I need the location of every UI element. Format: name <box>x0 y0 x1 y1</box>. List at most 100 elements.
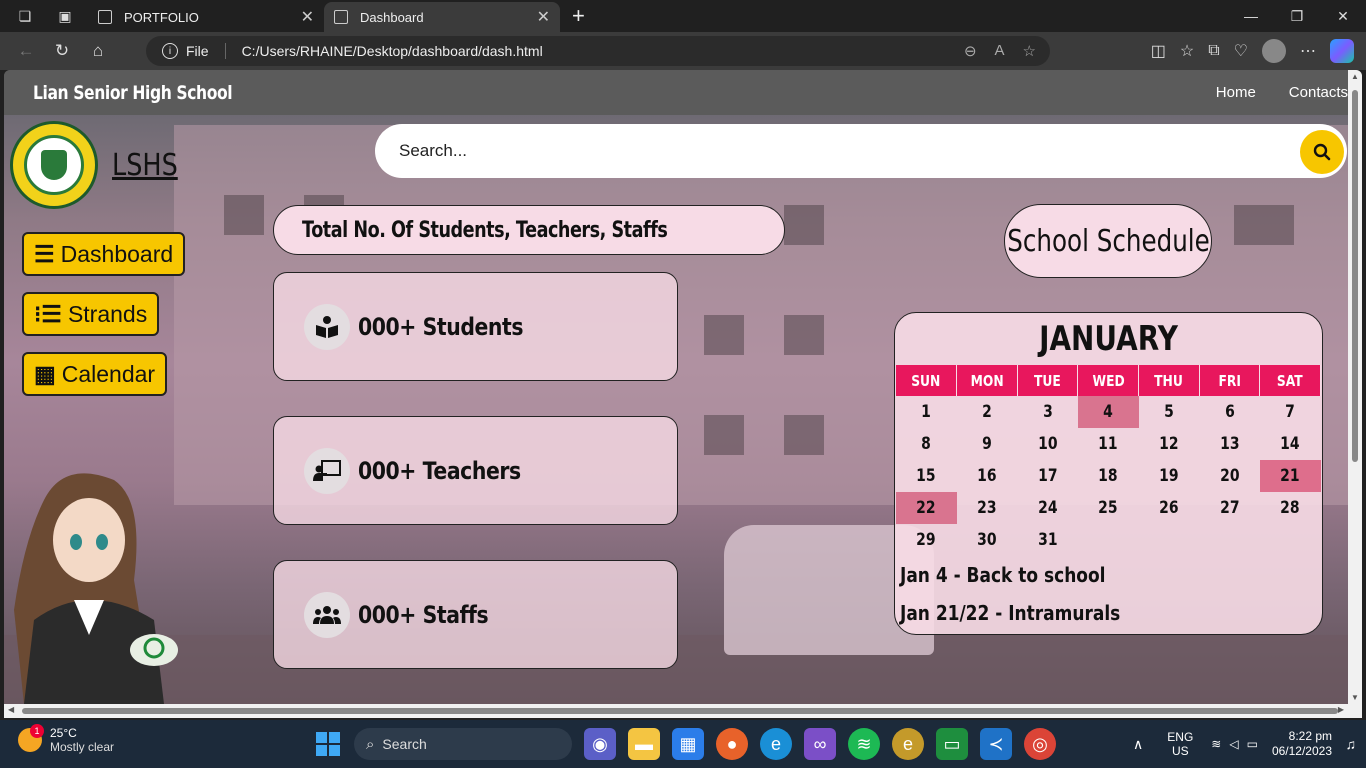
weather-widget[interactable]: 1 25°C Mostly clear <box>18 724 114 754</box>
search-button[interactable] <box>1300 130 1344 174</box>
edge-canary-icon[interactable]: e <box>892 728 924 760</box>
split-screen-icon[interactable]: ◫ <box>1151 41 1166 61</box>
weather-temp: 25°C <box>50 726 77 740</box>
nav-contacts-link[interactable]: Contacts <box>1289 84 1348 101</box>
sidebar-strands-button[interactable]: ⁝☰ Strands <box>22 292 160 336</box>
totals-heading: Total No. Of Students, Teachers, Staffs <box>273 205 785 255</box>
store-icon[interactable]: ▦ <box>672 728 704 760</box>
close-window-icon[interactable]: ✕ <box>1320 0 1366 32</box>
calendar-day[interactable]: 26 <box>1139 492 1200 524</box>
vertical-scrollbar[interactable]: ▲ ▼ <box>1348 70 1362 704</box>
calendar-day[interactable]: 23 <box>957 492 1018 524</box>
scroll-left-icon[interactable]: ◀ <box>8 705 14 714</box>
wifi-icon[interactable]: ≋ <box>1211 737 1221 751</box>
address-input[interactable]: i File C:/Users/RHAINE/Desktop/dashboard… <box>146 36 1050 66</box>
profile-avatar[interactable] <box>1262 39 1286 63</box>
calendar-day[interactable]: 19 <box>1139 460 1200 492</box>
calendar-day[interactable]: 12 <box>1139 428 1200 460</box>
chevron-up-icon[interactable]: ∧ <box>1133 736 1143 753</box>
spotify-icon[interactable]: ≋ <box>848 728 880 760</box>
calendar-day[interactable]: 9 <box>957 428 1018 460</box>
scroll-down-icon[interactable]: ▼ <box>1351 693 1359 702</box>
close-tab-icon[interactable]: ✕ <box>537 7 550 27</box>
more-menu-icon[interactable]: ⋯ <box>1300 41 1316 61</box>
horizontal-scrollbar[interactable]: ◀ ▶ <box>4 704 1362 718</box>
calendar-day[interactable]: 17 <box>1017 460 1078 492</box>
sidebar-dashboard-button[interactable]: ☰ Dashboard <box>22 232 186 276</box>
chrome-icon[interactable]: ◎ <box>1024 728 1056 760</box>
back-icon[interactable]: ← <box>8 35 44 67</box>
calendar-day[interactable]: 7 <box>1260 396 1321 428</box>
windows-taskbar: 1 25°C Mostly clear ⌕ Search ◉ ▬ ▦ ● e ∞… <box>0 720 1366 768</box>
scroll-up-icon[interactable]: ▲ <box>1351 72 1359 81</box>
new-tab-icon[interactable]: + <box>572 3 585 29</box>
sidebar-calendar-button[interactable]: ▦ Calendar <box>22 352 168 396</box>
logo-text[interactable]: LSHS <box>112 148 178 183</box>
start-button[interactable] <box>316 732 340 756</box>
calendar-day[interactable]: 10 <box>1017 428 1078 460</box>
calendar-day[interactable]: 13 <box>1199 428 1260 460</box>
calendar-day[interactable]: 22 <box>896 492 957 524</box>
calendar-day[interactable]: 5 <box>1139 396 1200 428</box>
calendar-day[interactable]: 29 <box>896 524 957 556</box>
browser-tab-bar: ❏ ▣ PORTFOLIO ✕ Dashboard ✕ + — ❐ ✕ <box>0 0 1366 32</box>
info-icon[interactable]: i <box>162 43 178 59</box>
calendar-day[interactable]: 25 <box>1078 492 1139 524</box>
restore-icon[interactable]: ❐ <box>1274 0 1320 32</box>
clock[interactable]: 8:22 pm 06/12/2023 <box>1272 729 1332 759</box>
nav-home-link[interactable]: Home <box>1216 84 1256 101</box>
favorites-icon[interactable]: ☆ <box>1180 41 1194 61</box>
calendar-day[interactable]: 15 <box>896 460 957 492</box>
favorite-star-icon[interactable]: ☆ <box>1023 42 1036 60</box>
firefox-icon[interactable]: ● <box>716 728 748 760</box>
tab-dashboard[interactable]: Dashboard ✕ <box>324 2 560 32</box>
calendar-day[interactable]: 27 <box>1199 492 1260 524</box>
classroom-icon[interactable]: ▭ <box>936 728 968 760</box>
language-indicator[interactable]: ENG US <box>1167 730 1193 758</box>
browser-essentials-icon[interactable]: ♡ <box>1234 41 1248 61</box>
read-aloud-icon[interactable]: A <box>995 42 1005 60</box>
calendar-day[interactable]: 6 <box>1199 396 1260 428</box>
calendar-day[interactable]: 3 <box>1017 396 1078 428</box>
calendar-day[interactable]: 18 <box>1078 460 1139 492</box>
calendar-day[interactable]: 16 <box>957 460 1018 492</box>
workspaces-icon[interactable]: ❏ <box>12 3 38 29</box>
calendar-day[interactable]: 2 <box>957 396 1018 428</box>
calendar-day[interactable]: 11 <box>1078 428 1139 460</box>
weekday-sat: SAT <box>1259 365 1321 396</box>
search-input[interactable] <box>397 140 1197 162</box>
calendar-day[interactable]: 20 <box>1199 460 1260 492</box>
battery-icon[interactable]: ▭ <box>1247 737 1258 751</box>
calendar-day[interactable]: 14 <box>1260 428 1321 460</box>
calendar-empty-cell <box>1139 524 1200 556</box>
volume-icon[interactable]: ◁ <box>1229 737 1238 751</box>
home-icon[interactable]: ⌂ <box>80 35 116 67</box>
calendar-day[interactable]: 24 <box>1017 492 1078 524</box>
taskbar-search[interactable]: ⌕ Search <box>354 728 572 760</box>
collections-icon[interactable]: ⧉ <box>1208 42 1219 60</box>
calendar-day[interactable]: 1 <box>896 396 957 428</box>
vertical-tabs-icon[interactable]: ▣ <box>52 3 78 29</box>
refresh-icon[interactable]: ↻ <box>44 35 80 67</box>
vscode-icon[interactable]: ≺ <box>980 728 1012 760</box>
calendar-day[interactable]: 21 <box>1259 460 1321 492</box>
edge-icon[interactable]: e <box>760 728 792 760</box>
minimize-icon[interactable]: — <box>1228 0 1274 32</box>
video-call-app-icon[interactable]: ◉ <box>584 728 616 760</box>
horizontal-scroll-thumb[interactable] <box>22 708 1338 714</box>
scroll-right-icon[interactable]: ▶ <box>1338 705 1344 714</box>
calendar-day[interactable]: 31 <box>1017 524 1078 556</box>
calendar-day[interactable]: 4 <box>1077 396 1139 428</box>
zoom-icon[interactable]: ⊖ <box>964 42 977 60</box>
close-tab-icon[interactable]: ✕ <box>301 7 314 27</box>
tab-portfolio[interactable]: PORTFOLIO ✕ <box>88 2 324 32</box>
calendar-day[interactable]: 30 <box>957 524 1018 556</box>
vertical-scroll-thumb[interactable] <box>1352 90 1358 462</box>
visual-studio-icon[interactable]: ∞ <box>804 728 836 760</box>
calendar-day[interactable]: 28 <box>1260 492 1321 524</box>
calendar-day[interactable]: 8 <box>896 428 957 460</box>
copilot-icon[interactable] <box>1330 39 1354 63</box>
teachers-card: 000+ Teachers <box>273 416 678 525</box>
file-explorer-icon[interactable]: ▬ <box>628 728 660 760</box>
notification-bell-icon[interactable]: ♫ <box>1346 736 1357 752</box>
